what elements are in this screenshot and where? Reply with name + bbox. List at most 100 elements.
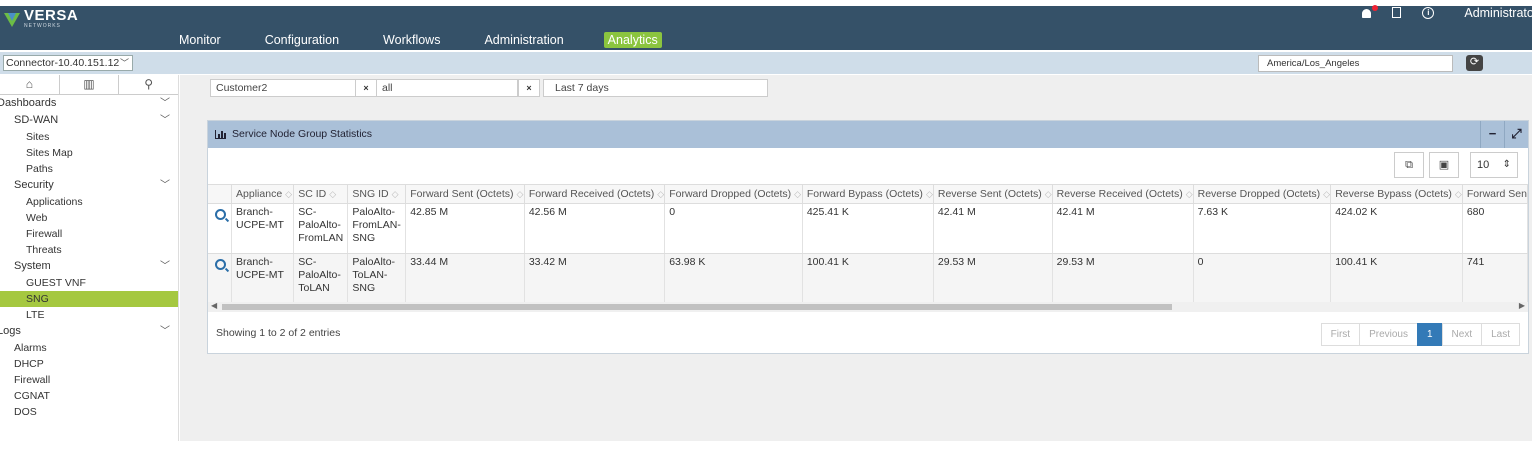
nav-workflows[interactable]: Workflows: [379, 32, 444, 48]
tab-dashboard[interactable]: ▥: [60, 75, 120, 94]
table-cell: 100.41 K: [802, 253, 934, 302]
menu-item-sng[interactable]: SNG: [0, 291, 178, 307]
scope-filter[interactable]: all: [376, 79, 518, 97]
column-header-label: Forward Sent (Octets): [410, 188, 514, 200]
clear-scope-button[interactable]: ×: [518, 79, 540, 97]
versa-logo-icon: [4, 11, 20, 27]
nav-analytics[interactable]: Analytics: [603, 32, 662, 48]
refresh-icon: ⟳: [1469, 56, 1480, 68]
pagination-next[interactable]: Next: [1441, 323, 1483, 346]
menu-item-cgnat[interactable]: CGNAT: [0, 388, 178, 404]
chevron-down-icon: ﹀: [160, 98, 170, 109]
column-header-action: [208, 184, 233, 204]
menu-item-web[interactable]: Web: [0, 210, 178, 226]
page-size-select[interactable]: 10 ⇕: [1470, 152, 1518, 178]
menu-sdwan-label: SD-WAN: [14, 114, 59, 126]
info-icon[interactable]: i: [1422, 7, 1436, 19]
top-navigation-bar: VERSA NETWORKS Monitor Configuration Wor…: [0, 5, 1538, 50]
menu-item-sites[interactable]: Sites: [0, 129, 178, 145]
pagination-current-page[interactable]: 1: [1416, 323, 1443, 346]
timezone-selector[interactable]: America/Los_Angeles: [1258, 55, 1453, 72]
tenant-filter[interactable]: Customer2: [210, 79, 356, 97]
table-cell: 7.63 K: [1193, 203, 1332, 254]
menu-item-sites-map[interactable]: Sites Map: [0, 145, 178, 161]
minimize-button[interactable]: −: [1480, 121, 1504, 148]
column-header[interactable]: Reverse Sent (Octets) ◇: [933, 184, 1053, 204]
menu-dashboards[interactable]: Dashboards ﹀: [0, 95, 178, 112]
table-cell: 33.42 M: [524, 253, 666, 302]
menu-item-lte[interactable]: LTE: [0, 307, 178, 323]
copy-button[interactable]: ⧉: [1394, 152, 1424, 178]
column-header[interactable]: Forward Sent (Octets) ◇: [405, 184, 525, 204]
expand-icon: ⤢: [1511, 126, 1522, 141]
menu-item-logs-firewall[interactable]: Firewall: [0, 372, 178, 388]
menu-item-dos[interactable]: DOS: [0, 404, 178, 420]
sort-icon: ◇: [1044, 189, 1052, 199]
refresh-button[interactable]: ⟳: [1466, 55, 1483, 71]
column-header[interactable]: Appliance ◇: [231, 184, 295, 204]
sng-statistics-panel: Service Node Group Statistics − ⤢ ⧉ ▣ 10…: [207, 120, 1529, 354]
zoom-in-icon[interactable]: [215, 209, 226, 220]
column-header[interactable]: Forward Dropped (Octets) ◇: [664, 184, 803, 204]
scroll-left-icon[interactable]: ◀: [211, 301, 217, 310]
table-cell: PaloAlto-FromLAN-SNG: [347, 203, 407, 254]
sort-arrows-icon: ⇕: [1502, 159, 1511, 170]
main-nav: Monitor Configuration Workflows Administ…: [175, 31, 698, 49]
row-zoom-cell: [208, 253, 233, 302]
column-header[interactable]: Forward Bypass (Octets) ◇: [802, 184, 934, 204]
menu-item-firewall[interactable]: Firewall: [0, 226, 178, 242]
menu-item-dhcp[interactable]: DHCP: [0, 356, 178, 372]
save-icon: ▣: [1438, 159, 1450, 171]
menu-system[interactable]: System ﹀: [0, 258, 178, 275]
table-cell: SC-PaloAlto-ToLAN: [293, 253, 349, 302]
pagination: First Previous 1 Next Last: [1320, 323, 1520, 346]
column-header[interactable]: SC ID ◇: [293, 184, 349, 204]
zoom-in-icon[interactable]: [215, 259, 226, 270]
menu-logs[interactable]: Logs ﹀: [0, 323, 178, 340]
scrollbar-thumb[interactable]: [222, 304, 1172, 310]
table-header-row: Appliance ◇ SC ID ◇ SNG ID ◇ Forward Sent (…: [208, 184, 1528, 204]
appliance-selector[interactable]: Connector-10.40.151.12 ﹀: [3, 55, 133, 71]
menu-system-label: System: [14, 260, 51, 272]
table-cell: 42.41 M: [933, 203, 1053, 254]
chart-icon: ▥: [83, 77, 95, 91]
menu-security[interactable]: Security ﹀: [0, 177, 178, 194]
tab-user-settings[interactable]: ⚲: [119, 75, 178, 94]
scroll-right-icon[interactable]: ▶: [1519, 301, 1525, 310]
column-header[interactable]: Forward Received (Octets) ◇: [524, 184, 666, 204]
menu-sdwan[interactable]: SD-WAN ﹀: [0, 112, 178, 129]
menu-security-label: Security: [14, 179, 54, 191]
column-header[interactable]: Reverse Bypass (Octets) ◇: [1330, 184, 1463, 204]
menu-item-alarms[interactable]: Alarms: [0, 340, 178, 356]
user-menu[interactable]: Administrator: [1464, 6, 1538, 20]
pagination-previous[interactable]: Previous: [1359, 323, 1418, 346]
column-header[interactable]: Reverse Received (Octets) ◇: [1052, 184, 1194, 204]
clear-tenant-button[interactable]: ×: [355, 79, 377, 97]
menu-item-threats[interactable]: Threats: [0, 242, 178, 258]
versa-logo[interactable]: VERSA NETWORKS: [4, 6, 78, 32]
column-header[interactable]: Reverse Dropped (Octets) ◇: [1193, 184, 1332, 204]
sort-icon: ◇: [657, 189, 665, 199]
table-cell: 741: [1462, 253, 1528, 302]
column-header[interactable]: Forward Sen: [1462, 184, 1528, 204]
task-list-icon[interactable]: [1392, 7, 1406, 19]
expand-button[interactable]: ⤢: [1504, 121, 1528, 148]
nav-administration[interactable]: Administration: [480, 32, 567, 48]
nav-monitor[interactable]: Monitor: [175, 32, 225, 48]
nav-configuration[interactable]: Configuration: [261, 32, 343, 48]
time-range-filter[interactable]: Last 7 days: [543, 79, 768, 97]
save-button[interactable]: ▣: [1429, 152, 1459, 178]
menu-item-paths[interactable]: Paths: [0, 161, 178, 177]
column-header-label: Forward Received (Octets): [528, 188, 655, 200]
entries-info: Showing 1 to 2 of 2 entries: [216, 327, 341, 339]
menu-item-applications[interactable]: Applications: [0, 194, 178, 210]
horizontal-scrollbar[interactable]: ◀ ▶: [208, 301, 1528, 312]
pagination-last[interactable]: Last: [1481, 323, 1520, 346]
notifications-bell-icon[interactable]: [1362, 5, 1379, 19]
menu-dashboards-label: Dashboards: [0, 97, 57, 109]
menu-item-guest-vnf[interactable]: GUEST VNF: [0, 275, 178, 291]
tab-home[interactable]: ⌂: [0, 75, 60, 94]
pagination-first[interactable]: First: [1320, 323, 1361, 346]
column-header[interactable]: SNG ID ◇: [347, 184, 407, 204]
table-cell: 63.98 K: [664, 253, 803, 302]
